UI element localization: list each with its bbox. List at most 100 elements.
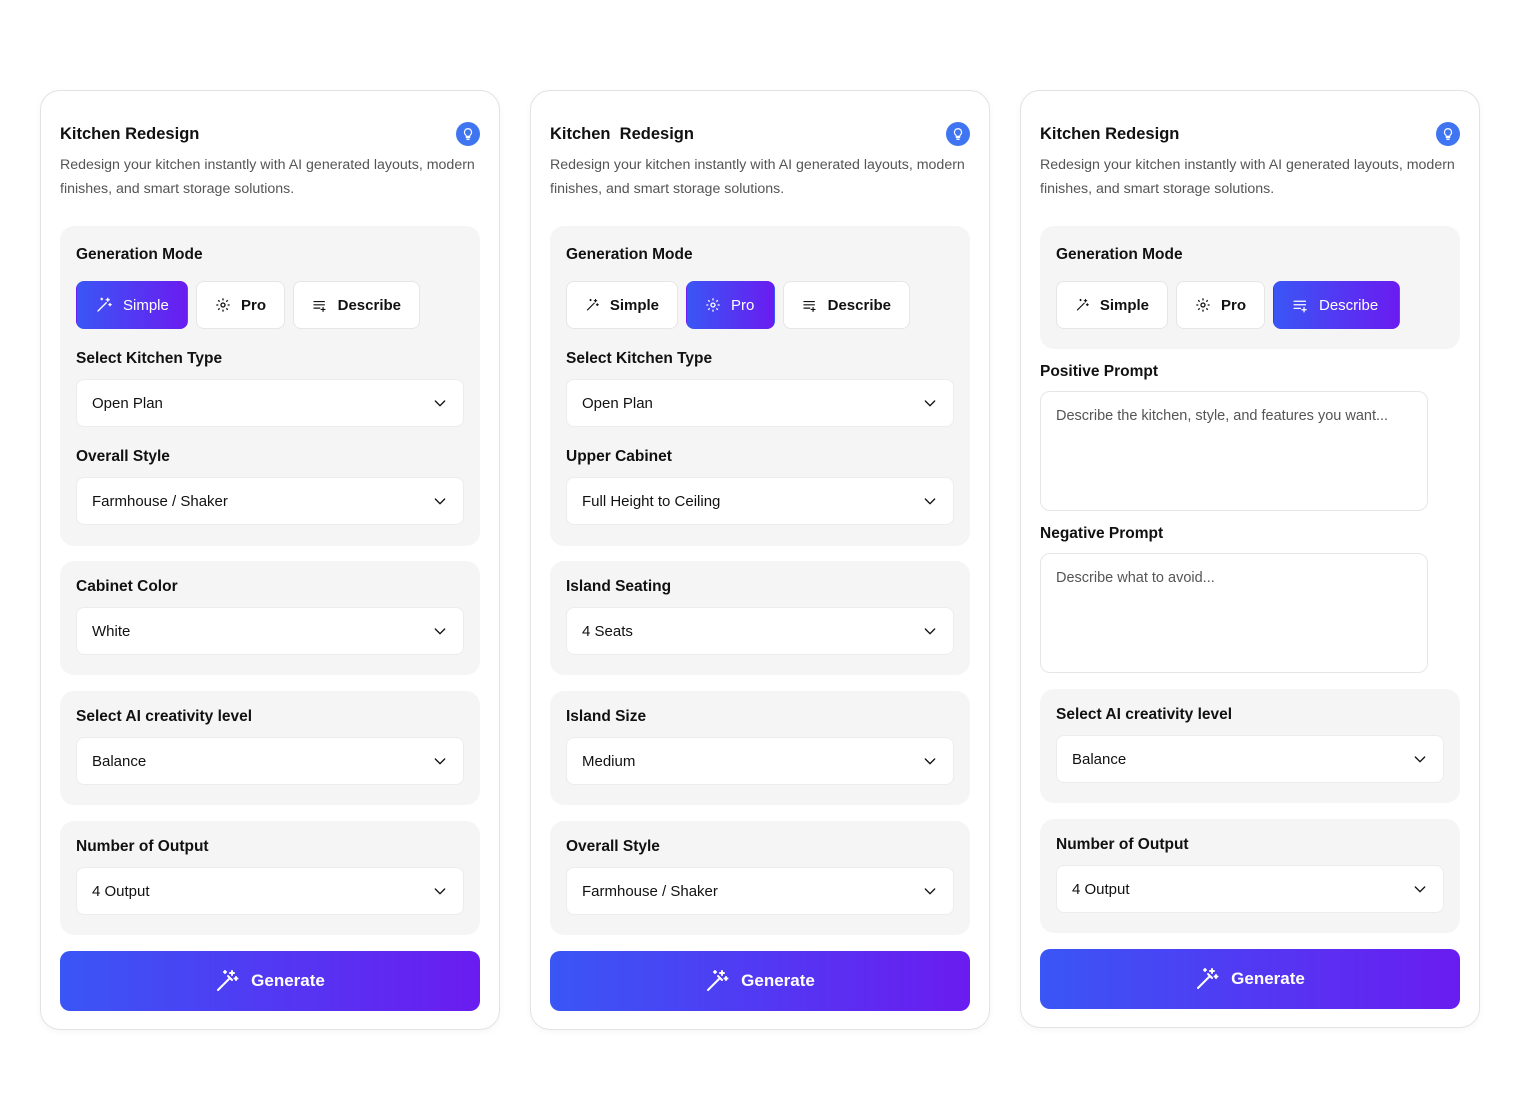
generate-button[interactable]: Generate (550, 951, 970, 1011)
output-count-select[interactable]: 4 Output (1056, 865, 1444, 913)
mode-describe-label: Describe (337, 296, 401, 314)
field-label: Select Kitchen Type (566, 350, 713, 367)
field-label: Select Kitchen Type (76, 350, 223, 367)
select-value: Open Plan (92, 394, 163, 412)
mode-describe-button[interactable]: Describe (1273, 281, 1400, 329)
output-count-panel: Number of Output 4 Output (1040, 819, 1460, 933)
mode-selector: Simple Pro Describe (1056, 281, 1400, 329)
cabinet-color-panel: Cabinet Color White (60, 561, 480, 675)
creativity-select[interactable]: Balance (1056, 735, 1444, 783)
output-count-panel: Number of Output 4 Output (60, 821, 480, 935)
mode-selector: Simple Pro Describe (76, 281, 420, 329)
card-title: Kitchen Redesign (550, 125, 694, 143)
upper-cabinet-select[interactable]: Full Height to Ceiling (566, 477, 954, 525)
generation-mode-panel: Generation Mode Simple Pro Describe Sele… (550, 226, 970, 546)
select-value: Balance (92, 752, 147, 770)
island-seating-panel: Island Seating 4 Seats (550, 561, 970, 675)
generation-mode-panel: Generation Mode Simple Pro Describe (1040, 226, 1460, 349)
lightbulb-icon[interactable] (946, 122, 970, 146)
magic-wand-icon (97, 297, 112, 312)
mode-describe-button[interactable]: Describe (293, 281, 420, 329)
mode-selector: Simple Pro Describe (566, 281, 910, 329)
overall-style-panel: Overall Style Farmhouse / Shaker (550, 821, 970, 935)
list-plus-icon (313, 300, 326, 312)
magic-wand-icon (1197, 968, 1219, 989)
mode-simple-button[interactable]: Simple (76, 281, 188, 329)
kitchen-type-select[interactable]: Open Plan (76, 379, 464, 427)
select-value: 4 Output (92, 882, 150, 900)
cabinet-color-select[interactable]: White (76, 607, 464, 655)
creativity-panel: Select AI creativity level Balance (60, 691, 480, 805)
field-label: Select AI creativity level (1056, 706, 1233, 723)
card-title: Kitchen Redesign (1040, 125, 1180, 143)
card-description: Redesign your kitchen instantly with AI … (60, 157, 475, 197)
field-label: Upper Cabinet (566, 448, 672, 465)
generate-label: Generate (741, 971, 815, 990)
card-description: Redesign your kitchen instantly with AI … (550, 157, 965, 197)
chevron-down-icon (434, 628, 446, 635)
lightbulb-icon[interactable] (1436, 122, 1460, 146)
field-label: Select AI creativity level (76, 708, 253, 725)
field-label: Island Seating (566, 578, 672, 595)
field-label: Overall Style (566, 838, 660, 855)
magic-wand-icon (586, 298, 599, 311)
chevron-down-icon (1414, 756, 1426, 763)
chevron-down-icon (434, 400, 446, 407)
kitchen-redesign-card-simple: Kitchen Redesign Redesign your kitchen i… (40, 90, 500, 1030)
mode-pro-button[interactable]: Pro (196, 281, 285, 329)
positive-prompt-placeholder: Describe the kitchen, style, and feature… (1056, 408, 1389, 424)
chevron-down-icon (1414, 886, 1426, 893)
field-label: Cabinet Color (76, 578, 178, 595)
chevron-down-icon (434, 888, 446, 895)
negative-prompt-placeholder: Describe what to avoid... (1056, 570, 1215, 586)
chevron-down-icon (924, 628, 936, 635)
creativity-select[interactable]: Balance (76, 737, 464, 785)
generation-mode-label: Generation Mode (76, 246, 203, 263)
positive-prompt-label: Positive Prompt (1040, 363, 1158, 380)
negative-prompt-label: Negative Prompt (1040, 525, 1164, 542)
select-value: Balance (1072, 750, 1127, 768)
chevron-down-icon (924, 888, 936, 895)
kitchen-type-select[interactable]: Open Plan (566, 379, 954, 427)
mode-simple-button[interactable]: Simple (1056, 281, 1168, 329)
field-label: Number of Output (1056, 836, 1189, 853)
kitchen-redesign-card-describe: Kitchen Redesign Redesign your kitchen i… (1020, 90, 1480, 1028)
lightbulb-icon[interactable] (456, 122, 480, 146)
gear-icon (216, 298, 230, 312)
chevron-down-icon (924, 758, 936, 765)
generate-button[interactable]: Generate (60, 951, 480, 1011)
creativity-panel: Select AI creativity level Balance (1040, 689, 1460, 803)
positive-prompt-input[interactable]: Describe the kitchen, style, and feature… (1040, 391, 1428, 511)
field-label: Island Size (566, 708, 647, 725)
overall-style-select[interactable]: Farmhouse / Shaker (76, 477, 464, 525)
gear-icon (1196, 298, 1210, 312)
mode-describe-label: Describe (827, 296, 891, 314)
overall-style-select[interactable]: Farmhouse / Shaker (566, 867, 954, 915)
field-label: Number of Output (76, 838, 209, 855)
negative-prompt-input[interactable]: Describe what to avoid... (1040, 553, 1428, 673)
generation-mode-label: Generation Mode (566, 246, 693, 263)
output-count-select[interactable]: 4 Output (76, 867, 464, 915)
field-label: Overall Style (76, 448, 170, 465)
select-value: 4 Output (1072, 880, 1130, 898)
chevron-down-icon (434, 498, 446, 505)
generate-label: Generate (1231, 969, 1305, 988)
island-seating-select[interactable]: 4 Seats (566, 607, 954, 655)
mode-pro-label: Pro (731, 296, 755, 314)
kitchen-redesign-card-pro: Kitchen Redesign Redesign your kitchen i… (530, 90, 990, 1030)
mode-simple-button[interactable]: Simple (566, 281, 678, 329)
list-plus-icon (1293, 300, 1307, 313)
generate-button[interactable]: Generate (1040, 949, 1460, 1009)
mode-simple-label: Simple (1099, 296, 1149, 314)
mode-pro-button[interactable]: Pro (1176, 281, 1265, 329)
mode-pro-button[interactable]: Pro (686, 281, 775, 329)
mode-pro-label: Pro (1220, 296, 1246, 314)
select-value: Farmhouse / Shaker (92, 492, 228, 510)
mode-describe-button[interactable]: Describe (783, 281, 910, 329)
card-title: Kitchen Redesign (60, 125, 200, 143)
magic-wand-icon (707, 970, 729, 991)
island-size-select[interactable]: Medium (566, 737, 954, 785)
mode-simple-label: Simple (609, 296, 659, 314)
chevron-down-icon (434, 758, 446, 765)
chevron-down-icon (924, 498, 936, 505)
